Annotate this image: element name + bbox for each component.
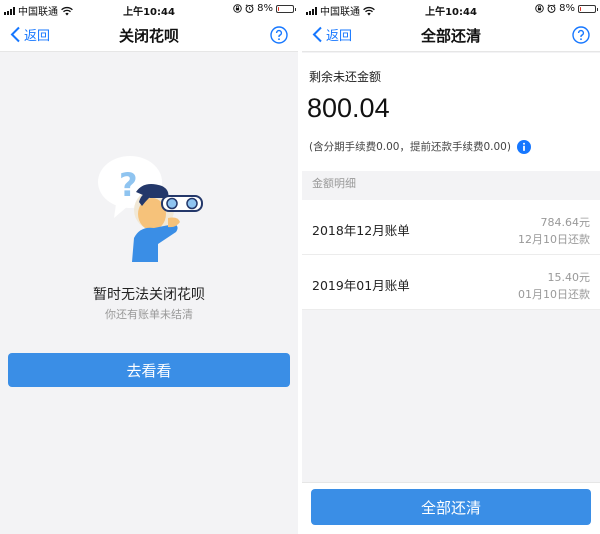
status-right: 8%	[233, 3, 296, 14]
bill-amount: 784.64元	[540, 216, 591, 229]
remaining-amount: 800.04	[307, 93, 390, 123]
bill-list: 2018年12月账单 784.64元 12月10日还款 2019年01月账单 1…	[302, 200, 600, 310]
bill-due-date: 01月10日还款	[518, 288, 590, 301]
status-bar: 中国联通 上午10:44 8%	[0, 0, 298, 18]
fee-note: (含分期手续费0.00，提前还款手续费0.00)	[309, 139, 531, 154]
list-item[interactable]: 2018年12月账单 784.64元 12月10日还款	[302, 200, 600, 255]
empty-state-subtitle: 你还有账单未结清	[105, 308, 193, 321]
battery-icon	[276, 4, 296, 13]
bill-amount: 15.40元	[547, 271, 591, 284]
question-circle-icon[interactable]	[270, 26, 288, 44]
screen-close-huabei: 中国联通 上午10:44 8% 返回 关闭花呗 ? 暂时无法关闭花呗 你还有账单…	[0, 0, 298, 534]
bill-month: 2018年12月账单	[312, 223, 410, 238]
bill-due-date: 12月10日还款	[518, 233, 590, 246]
page-title: 全部还清	[420, 27, 481, 45]
list-item[interactable]: 2019年01月账单 15.40元 01月10日还款	[302, 255, 600, 310]
battery-fill	[278, 6, 280, 11]
battery-icon	[578, 4, 598, 13]
nav-bar: 返回 全部还清	[302, 18, 600, 52]
page-title: 关闭花呗	[118, 27, 179, 45]
empty-state-title: 暂时无法关闭花呗	[93, 287, 205, 303]
nav-bar: 返回 关闭花呗	[0, 18, 298, 52]
alarm-icon	[547, 4, 556, 13]
status-right: 8%	[535, 3, 598, 14]
bill-month: 2019年01月账单	[312, 278, 410, 293]
remaining-summary: 剩余未还金额 800.04 (含分期手续费0.00，提前还款手续费0.00)	[302, 53, 600, 171]
rotation-lock-icon	[233, 4, 242, 13]
battery-percent: 8%	[559, 3, 575, 14]
battery-fill	[580, 6, 582, 11]
battery-percent: 8%	[257, 3, 273, 14]
alarm-icon	[245, 4, 254, 13]
remaining-label: 剩余未还金额	[309, 70, 382, 84]
pay-off-all-button[interactable]: 全部还清	[311, 489, 591, 525]
question-circle-icon[interactable]	[572, 26, 590, 44]
rotation-lock-icon	[535, 4, 544, 13]
screen-pay-off-all: 中国联通 上午10:44 8% 返回 全部还清 剩余未还金额 800.04 (含…	[302, 0, 600, 534]
info-icon[interactable]	[516, 139, 531, 154]
go-check-button[interactable]: 去看看	[8, 353, 290, 387]
svg-text:?: ?	[119, 166, 138, 204]
fee-note-text: (含分期手续费0.00，提前还款手续费0.00)	[309, 141, 511, 153]
status-bar: 中国联通 上午10:44 8%	[302, 0, 600, 18]
confused-person-illustration: ?	[98, 156, 203, 262]
section-header: 金额明细	[312, 177, 356, 190]
